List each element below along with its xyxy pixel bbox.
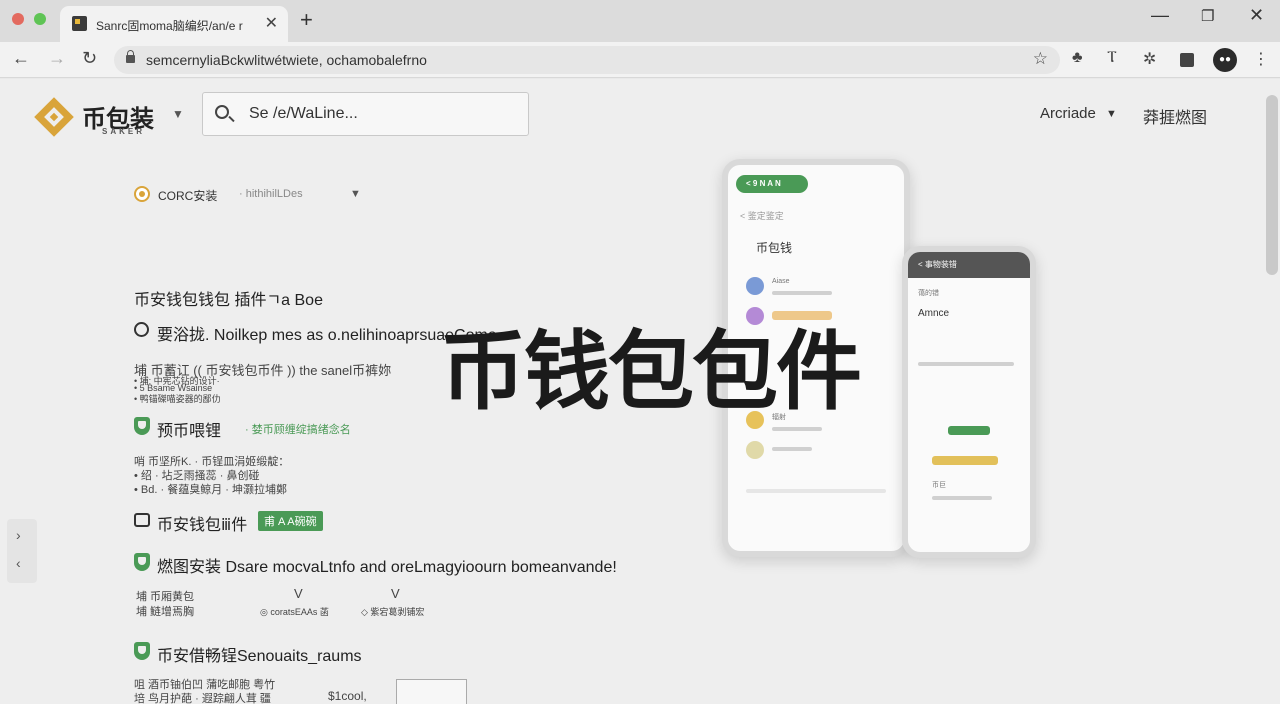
search-input[interactable] <box>249 105 509 123</box>
page-content: 币包装 SAKER ▼ Arcriade ▼ 莽捱燃图 CORC安装 · hit… <box>0 79 1280 704</box>
phone-1-title: 币包钱 <box>756 241 793 255</box>
url-text[interactable]: semcernyliaBckwlitwétwiete, ochamobalefr… <box>146 52 427 68</box>
brand-chevron-down-icon[interactable]: ▼ <box>172 107 184 121</box>
amount-input[interactable] <box>396 679 467 704</box>
extension-gear-icon[interactable]: ✲ <box>1143 49 1156 69</box>
page-heading: 币安钱包钱包 插件ㄱa Boe <box>134 292 323 309</box>
feature-2-title: 预币喂锂 <box>157 423 222 440</box>
feature-4-col-3-text: ◇ 紫宕葛剥铺宏 <box>361 607 425 617</box>
close-window-button[interactable]: ✕ <box>1249 5 1264 26</box>
avatar <box>746 441 764 459</box>
brand-subtitle: SAKER <box>102 127 146 136</box>
brand-logo-icon[interactable] <box>34 97 74 137</box>
reload-icon[interactable]: ↻ <box>82 48 97 69</box>
forward-icon[interactable]: → <box>48 48 66 69</box>
carousel-controls: › ‹ <box>7 519 37 583</box>
browser-tabbar: Sanrc固moma脑编织/an/e r ✕ + — ❐ ✕ <box>0 0 1280 42</box>
info-icon <box>134 322 149 337</box>
feature-1-line-4: • 鸭锚磔喵姿器的鄙仂 <box>134 394 221 404</box>
profile-avatar[interactable]: ●● <box>1213 48 1237 72</box>
chevron-down-icon[interactable]: ▼ <box>350 188 361 200</box>
feature-5-line-2: 培 鸟月护葩 · 遐踪翩人茸 疆 <box>134 693 271 704</box>
phone-2-title: Amnce <box>918 308 950 319</box>
shield-icon <box>134 417 150 435</box>
chevron-down-icon[interactable]: ▼ <box>1106 108 1117 120</box>
browser-tab[interactable]: Sanrc固moma脑编织/an/e r ✕ <box>60 6 288 42</box>
lock-icon <box>126 50 135 63</box>
phone-mockup-2: < 事物装错 蔼的错 Amnce 币巨 <box>902 246 1036 558</box>
feature-4-col-2-text: ◎ coratsEAAs 菡 <box>260 607 329 617</box>
close-window-dot[interactable] <box>12 13 24 25</box>
nav-link-2[interactable]: 莽捱燃图 <box>1143 104 1207 128</box>
close-tab-icon[interactable]: ✕ <box>265 13 278 33</box>
feature-4-title: 燃图安装 Dsare mocvaLtnfo and oreLmagyioourn… <box>157 559 617 576</box>
extension-puzzle-icon[interactable]: ♣ <box>1072 49 1083 67</box>
phone-2-header: < 事物装错 <box>918 260 957 269</box>
coin-icon <box>134 186 150 202</box>
maximize-button[interactable]: ❐ <box>1201 7 1214 25</box>
sidebar-icon[interactable] <box>1180 53 1194 67</box>
star-icon[interactable]: ☆ <box>1033 49 1048 69</box>
chevron-left-icon[interactable]: ‹ <box>16 555 21 571</box>
address-bar[interactable]: semcernyliaBckwlitwétwiete, ochamobalefr… <box>114 46 1060 74</box>
avatar <box>746 277 764 295</box>
feature-3-title: 币安钱包ⅲ件 <box>157 517 248 534</box>
feature-4-col-1-line-1: 埔 币厢黄包 <box>136 591 195 603</box>
nav-link-arcriade[interactable]: Arcriade <box>1040 105 1096 122</box>
selector-label: CORC安装 <box>158 189 218 203</box>
phone-1-back-text: < 鉴定鉴定 <box>740 211 784 221</box>
phone-2-sub: 蔼的错 <box>918 290 939 297</box>
status-badge: 甫 A A碗碗 <box>258 511 323 531</box>
tab-title: Sanrc固moma脑编织/an/e r <box>96 19 243 33</box>
phone-2-item: 币巨 <box>932 482 946 489</box>
overlay-caption: 币钱包包件 <box>440 322 862 422</box>
zoom-window-dot[interactable] <box>34 13 46 25</box>
new-tab-button[interactable]: + <box>300 7 313 33</box>
scrollbar[interactable] <box>1266 95 1278 275</box>
favicon-icon <box>72 16 87 31</box>
shield-icon <box>134 642 150 660</box>
selector-value: · hithihilLDes <box>239 188 303 200</box>
wallet-icon <box>134 513 150 527</box>
extension-translate-icon[interactable]: Ⲧ <box>1107 49 1117 67</box>
feature-4-col-2-label: V <box>294 586 303 601</box>
search-box[interactable] <box>202 92 529 136</box>
search-icon <box>215 105 229 119</box>
back-icon[interactable]: ← <box>12 48 30 69</box>
chevron-right-icon[interactable]: › <box>16 527 21 543</box>
minimize-button[interactable]: — <box>1151 5 1169 26</box>
feature-2-subtitle: · 婪币顾缠绽搞绪念名 <box>245 424 351 436</box>
feature-2-line-3: • Bd. · 餐蕴臭鲸月 · 坤灏拉埔鄭 <box>134 484 287 496</box>
feature-4-col-1-line-2: 埔 鲢增焉胸 <box>136 606 195 618</box>
phone-1-item-1: Aiase <box>772 278 790 285</box>
shield-icon <box>134 553 150 571</box>
feature-4-col-3-label: V <box>391 586 400 601</box>
feature-5-title: 币安借畅锃Senouaits_raums <box>157 648 362 665</box>
phone-1-pill: < 9 N A N <box>736 175 808 193</box>
feature-5-value: $1cool, <box>328 689 367 703</box>
menu-kebab-icon[interactable]: ⋮ <box>1253 49 1269 69</box>
browser-toolbar: ← → ↻ semcernyliaBckwlitwétwiete, ochamo… <box>0 42 1280 78</box>
